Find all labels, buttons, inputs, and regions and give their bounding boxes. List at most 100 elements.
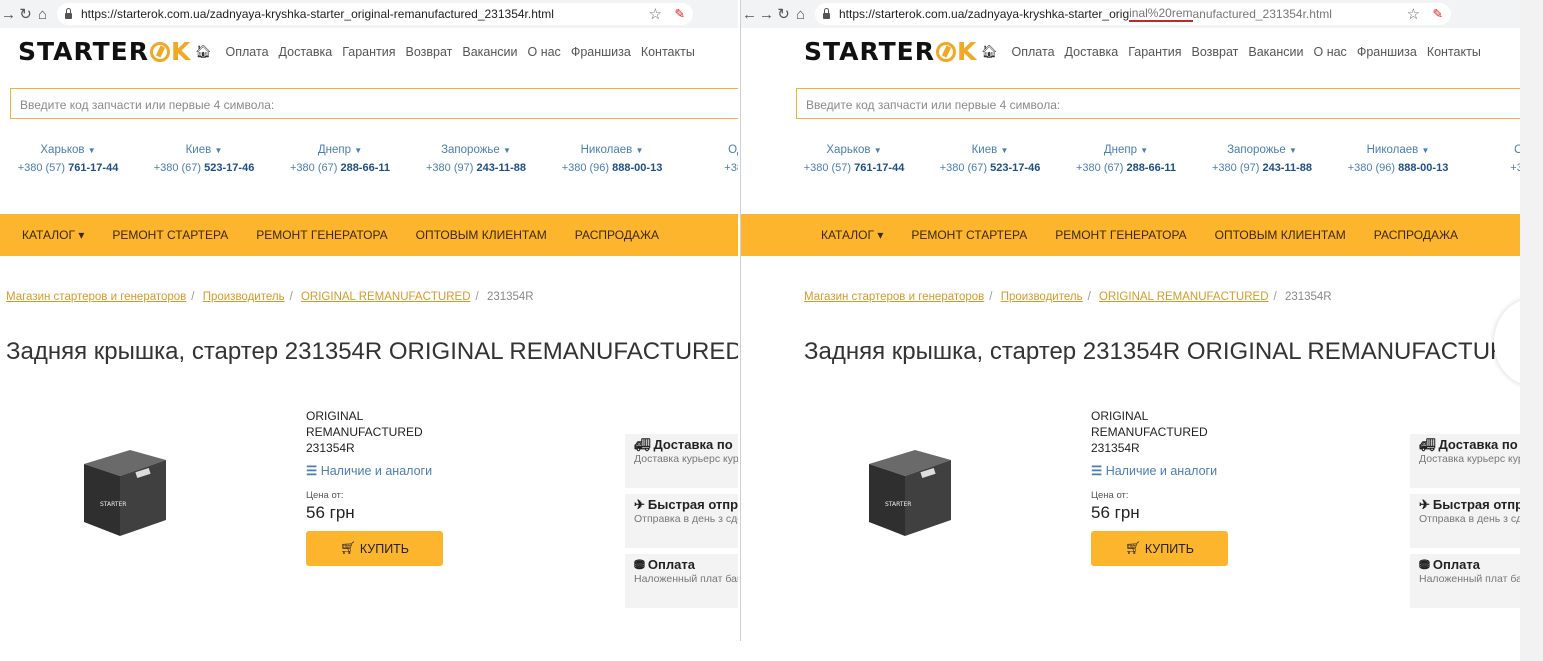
nav-franchise[interactable]: Франшиза (1357, 45, 1417, 59)
bookmark-star-icon[interactable]: ☆ (649, 5, 662, 23)
nav-vacancies[interactable]: Вакансии (462, 45, 517, 59)
svg-text:STARTER: STARTER (100, 501, 126, 508)
breadcrumb-current: 231354R (486, 291, 534, 303)
reload-icon[interactable]: ↻ (775, 3, 792, 25)
price-label: Цена от: (1091, 490, 1129, 501)
forward-icon[interactable]: → (0, 3, 17, 25)
city-mykolaiv[interactable]: Николаев ▼ +380 (96) 888-00-13 (1330, 144, 1466, 174)
city-odesa[interactable]: Одесса+380 (67) (680, 144, 738, 174)
breadcrumb: Магазин стартеров и генераторов / Произво… (804, 291, 1332, 303)
nav-warranty[interactable]: Гарантия (342, 45, 395, 59)
top-nav: 🏠︎ Оплата Доставка Гарантия Возврат Вака… (195, 44, 695, 60)
breadcrumb-brand[interactable]: ORIGINAL REMANUFACTURED (1099, 291, 1269, 303)
url-field[interactable]: https://starterok.com.ua/zadnyaya-kryshk… (815, 3, 1451, 25)
url-text: https://starterok.com.ua/zadnyaya-kryshk… (81, 7, 554, 21)
nav-contacts[interactable]: Контакты (1427, 45, 1481, 59)
menu-starter-repair[interactable]: РЕМОНТ СТАРТЕРА (911, 228, 1027, 242)
menu-generator-repair[interactable]: РЕМОНТ ГЕНЕРАТОРА (1055, 228, 1186, 242)
address-bar: ← → ↻ ⌂ https://starterok.com.ua/zadnyay… (741, 0, 1521, 28)
nav-payment[interactable]: Оплата (1012, 45, 1055, 59)
nav-warranty[interactable]: Гарантия (1128, 45, 1181, 59)
buy-button[interactable]: 🛒︎ КУПИТЬ (1091, 531, 1228, 566)
url-field[interactable]: https://starterok.com.ua/zadnyaya-kryshk… (57, 3, 693, 25)
forward-icon[interactable]: → (758, 3, 775, 25)
cart-icon: 🛒︎ (1124, 541, 1141, 555)
availability-link[interactable]: ☰ Наличие и аналоги (306, 463, 526, 478)
top-nav: 🏠︎ Оплата Доставка Гарантия Возврат Вака… (981, 44, 1481, 60)
logo-gauge-icon (935, 41, 956, 62)
back-icon[interactable]: ← (741, 3, 758, 25)
caret-down-icon: ▼ (214, 146, 223, 155)
caret-down-icon: ▼ (354, 146, 363, 155)
search-input[interactable]: Введите код запчасти или первые 4 символ… (10, 88, 738, 119)
breadcrumb-shop[interactable]: Магазин стартеров и генераторов (6, 291, 186, 303)
menu-catalog[interactable]: КАТАЛОГ ▾ (22, 228, 84, 242)
city-mykolaiv[interactable]: Николаев ▼ +380 (96) 888-00-13 (544, 144, 680, 174)
svg-text:STARTER: STARTER (885, 501, 911, 508)
product-brand: ORIGINAL REMANUFACTURED 231354R (1091, 408, 1311, 456)
logo-gauge-icon (149, 41, 170, 62)
city-zaporizhzhia[interactable]: Запорожье ▼ +380 (97) 243-11-88 (408, 144, 544, 174)
city-dnipro[interactable]: Днепр ▼ +380 (67) 288-66-11 (1058, 144, 1194, 174)
caret-down-icon: ▼ (1140, 146, 1149, 155)
caret-down-icon: ▼ (1289, 146, 1297, 155)
nav-return[interactable]: Возврат (1192, 45, 1239, 59)
breadcrumb-shop[interactable]: Магазин стартеров и генераторов (804, 291, 984, 303)
nav-return[interactable]: Возврат (406, 45, 453, 59)
info-fast-shipping: ✈︎Быстрая отпрОтправка в день з сделан д… (625, 494, 738, 548)
extension-pen-icon[interactable]: ✏ (1428, 4, 1447, 23)
product-info: ORIGINAL REMANUFACTURED 231354R ☰ Наличие … (306, 408, 526, 566)
search-input[interactable]: Введите код запчасти или первые 4 символ… (796, 88, 1521, 119)
browser-window-right: ← → ↻ ⌂ https://starterok.com.ua/zadnyay… (740, 0, 1521, 641)
product-info: ORIGINAL REMANUFACTURED 231354R ☰ Наличие … (1091, 408, 1311, 566)
bookmark-star-icon[interactable]: ☆ (1407, 5, 1420, 23)
breadcrumb-manufacturer[interactable]: Производитель (203, 291, 285, 303)
city-odesa[interactable]: Одесса+380 (67) (1466, 144, 1521, 174)
nav-delivery[interactable]: Доставка (1065, 45, 1119, 59)
home-icon[interactable]: ⌂ (34, 3, 51, 25)
city-kyiv[interactable]: Киев ▼ +380 (67) 523-17-46 (922, 144, 1058, 174)
lock-icon (823, 8, 830, 19)
menu-generator-repair[interactable]: РЕМОНТ ГЕНЕРАТОРА (256, 228, 387, 242)
coins-icon: ⛃ (634, 557, 645, 572)
product-box-image[interactable]: STARTER (863, 440, 955, 550)
site-logo[interactable]: STARTER K (18, 37, 191, 66)
product-box-image[interactable]: STARTER (78, 440, 170, 550)
availability-link[interactable]: ☰ Наличие и аналоги (1091, 463, 1311, 478)
truck-icon: 🚚︎ (634, 437, 651, 452)
city-kyiv[interactable]: Киев ▼ +380 (67) 523-17-46 (136, 144, 272, 174)
nav-vacancies[interactable]: Вакансии (1248, 45, 1303, 59)
menu-wholesale[interactable]: ОПТОВЫМ КЛИЕНТАМ (416, 228, 547, 242)
info-delivery: 🚚︎Доставка поДоставка курьерс курьером, … (1410, 434, 1521, 488)
home-nav-icon[interactable]: 🏠︎ (195, 44, 212, 60)
home-nav-icon[interactable]: 🏠︎ (981, 44, 998, 60)
menu-starter-repair[interactable]: РЕМОНТ СТАРТЕРА (112, 228, 228, 242)
extension-pen-icon[interactable]: ✏ (670, 4, 689, 23)
nav-contacts[interactable]: Контакты (641, 45, 695, 59)
page-title: Задняя крышка, стартер 231354R ORIGINAL … (6, 338, 738, 365)
nav-payment[interactable]: Оплата (226, 45, 269, 59)
nav-franchise[interactable]: Франшиза (571, 45, 631, 59)
city-dnipro[interactable]: Днепр ▼ +380 (67) 288-66-11 (272, 144, 408, 174)
nav-about[interactable]: О нас (528, 45, 561, 59)
menu-sale[interactable]: РАСПРОДАЖА (575, 228, 659, 242)
reload-icon[interactable]: ↻ (17, 3, 34, 25)
nav-delivery[interactable]: Доставка (279, 45, 333, 59)
caret-down-icon: ▼ (87, 146, 96, 155)
scrollbar[interactable] (1520, 0, 1543, 661)
home-icon[interactable]: ⌂ (792, 3, 809, 25)
menu-catalog[interactable]: КАТАЛОГ ▾ (821, 228, 883, 242)
city-zaporizhzhia[interactable]: Запорожье ▼ +380 (97) 243-11-88 (1194, 144, 1330, 174)
site-logo[interactable]: STARTER K (804, 37, 977, 66)
breadcrumb-current: 231354R (1284, 291, 1332, 303)
city-kharkiv[interactable]: Харьков ▼ +380 (57) 761-17-44 (786, 144, 922, 174)
nav-about[interactable]: О нас (1314, 45, 1347, 59)
buy-button[interactable]: 🛒︎ КУПИТЬ (306, 531, 443, 566)
breadcrumb-manufacturer[interactable]: Производитель (1001, 291, 1083, 303)
tag-icon: ✈︎ (634, 497, 645, 512)
menu-wholesale[interactable]: ОПТОВЫМ КЛИЕНТАМ (1215, 228, 1346, 242)
price-label: Цена от: (306, 490, 344, 501)
breadcrumb-brand[interactable]: ORIGINAL REMANUFACTURED (301, 291, 471, 303)
menu-sale[interactable]: РАСПРОДАЖА (1374, 228, 1458, 242)
city-kharkiv[interactable]: Харьков ▼ +380 (57) 761-17-44 (0, 144, 136, 174)
